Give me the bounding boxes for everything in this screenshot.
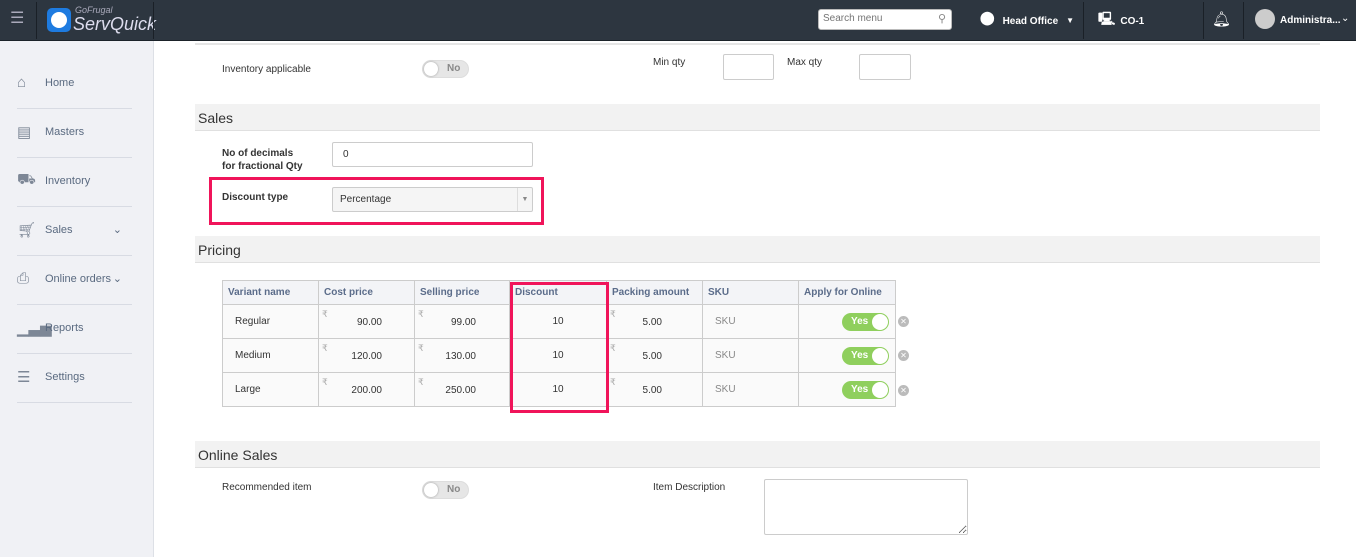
top-header: ☰ GoFrugal ServQuick ⚲ ⬤ Head Office ▼ 🖳… bbox=[0, 0, 1356, 41]
variant-name[interactable]: Medium bbox=[222, 338, 319, 373]
remove-row-icon[interactable]: ✕ bbox=[898, 385, 909, 396]
sidebar-item-settings[interactable]: ☰ Settings bbox=[17, 352, 132, 401]
sales-section-title: Sales bbox=[195, 104, 1320, 131]
remove-row-icon[interactable]: ✕ bbox=[898, 316, 909, 327]
sidebar-item-label: Settings bbox=[45, 370, 85, 383]
counter-selector[interactable]: 🖳 CO-1 bbox=[1098, 11, 1145, 32]
location-selector[interactable]: ⬤ Head Office ▼ bbox=[980, 10, 1075, 27]
col-packing: Packing amount bbox=[606, 280, 703, 305]
max-qty-label: Max qty bbox=[787, 57, 823, 68]
apply-online-cell: Yes bbox=[798, 338, 896, 373]
cart-icon: 🛒︎ bbox=[17, 221, 37, 239]
sidebar-item-reports[interactable]: ▁▃▅ Reports bbox=[17, 303, 132, 352]
min-qty-input[interactable] bbox=[723, 54, 774, 80]
brand-name: ServQuick bbox=[73, 14, 157, 34]
highlight-discount-column bbox=[510, 282, 609, 413]
cost-price[interactable]: ₹200.00 bbox=[318, 372, 415, 407]
selling-price[interactable]: ₹250.00 bbox=[414, 372, 510, 407]
item-description-input[interactable] bbox=[764, 479, 968, 535]
chevron-down-icon[interactable]: ⌄ bbox=[1341, 13, 1349, 24]
sidebar-item-label: Sales bbox=[45, 223, 73, 236]
packing-amount[interactable]: ₹5.00 bbox=[606, 304, 703, 339]
menu-icon[interactable]: ☰ bbox=[10, 11, 25, 27]
apply-online-toggle[interactable]: Yes bbox=[842, 346, 889, 365]
apply-online-cell: Yes bbox=[798, 304, 896, 339]
col-variant: Variant name bbox=[222, 280, 319, 305]
packing-amount[interactable]: ₹5.00 bbox=[606, 372, 703, 407]
search-icon[interactable]: ⚲ bbox=[938, 12, 946, 25]
sidebar-item-label: Inventory bbox=[45, 174, 91, 187]
decimals-label: No of decimals for fractional Qty bbox=[222, 148, 303, 172]
computer-icon: 🖳 bbox=[1098, 11, 1116, 26]
sidebar-item-label: Reports bbox=[45, 321, 84, 334]
col-cost: Cost price bbox=[318, 280, 415, 305]
chevron-down-icon: ⌄ bbox=[112, 224, 122, 236]
chevron-down-icon: ⌄ bbox=[112, 273, 122, 285]
user-name[interactable]: Administra... bbox=[1280, 15, 1341, 26]
sku-value[interactable]: SKU bbox=[702, 372, 799, 407]
sidebar-item-label: Online orders bbox=[45, 272, 112, 285]
search-menu[interactable]: ⚲ bbox=[818, 9, 952, 30]
selling-price[interactable]: ₹130.00 bbox=[414, 338, 510, 373]
location-name: Head Office bbox=[1002, 16, 1059, 27]
sku-value[interactable]: SKU bbox=[702, 338, 799, 373]
sidebar-item-online-orders[interactable]: ⎙ Online orders ⌄ bbox=[17, 254, 132, 303]
selling-price[interactable]: ₹99.00 bbox=[414, 304, 510, 339]
col-selling: Selling price bbox=[414, 280, 510, 305]
inventory-icon: ⛟ bbox=[17, 171, 36, 188]
apply-online-toggle[interactable]: Yes bbox=[842, 380, 889, 399]
pricing-section-title: Pricing bbox=[195, 236, 1320, 263]
brand-logo[interactable] bbox=[47, 8, 71, 32]
search-input[interactable] bbox=[823, 13, 928, 24]
variant-name[interactable]: Large bbox=[222, 372, 319, 407]
home-icon: ⌂ bbox=[17, 74, 27, 91]
caret-down-icon: ▼ bbox=[1066, 16, 1075, 25]
bell-icon[interactable]: 🔔︎ bbox=[1212, 10, 1231, 28]
apply-online-toggle[interactable]: Yes bbox=[842, 312, 889, 331]
settings-icon: ☰ bbox=[17, 368, 31, 386]
col-online: Apply for Online bbox=[798, 280, 896, 305]
recommended-toggle[interactable]: No bbox=[422, 481, 469, 499]
sidebar-item-home[interactable]: ⌂ Home bbox=[17, 58, 132, 107]
inventory-applicable-toggle[interactable]: No bbox=[422, 60, 469, 78]
remove-row-icon[interactable]: ✕ bbox=[898, 350, 909, 361]
max-qty-input[interactable] bbox=[859, 54, 911, 80]
sidebar-item-inventory[interactable]: ⛟ Inventory bbox=[17, 156, 132, 205]
packing-amount[interactable]: ₹5.00 bbox=[606, 338, 703, 373]
counter-name: CO-1 bbox=[1120, 16, 1145, 27]
sidebar: ⌂ Home ▤ Masters ⛟ Inventory 🛒︎ Sales ⌄ ⎙ Onli… bbox=[0, 41, 154, 557]
sidebar-item-sales[interactable]: 🛒︎ Sales ⌄ bbox=[17, 205, 132, 254]
sku-value[interactable]: SKU bbox=[702, 304, 799, 339]
masters-icon: ▤ bbox=[17, 123, 32, 141]
inventory-applicable-label: Inventory applicable bbox=[222, 64, 311, 75]
highlight-discount-type bbox=[209, 177, 544, 225]
sidebar-item-masters[interactable]: ▤ Masters bbox=[17, 107, 132, 156]
decimals-input[interactable]: 0 bbox=[332, 142, 533, 167]
recommended-label: Recommended item bbox=[222, 482, 312, 493]
variant-name[interactable]: Regular bbox=[222, 304, 319, 339]
cost-price[interactable]: ₹120.00 bbox=[318, 338, 415, 373]
reports-icon: ▁▃▅ bbox=[17, 319, 52, 337]
min-qty-label: Min qty bbox=[653, 57, 686, 68]
sidebar-item-label: Home bbox=[45, 76, 75, 89]
location-pin-icon: ⬤ bbox=[980, 10, 995, 25]
col-sku: SKU bbox=[702, 280, 799, 305]
cost-price[interactable]: ₹90.00 bbox=[318, 304, 415, 339]
avatar[interactable] bbox=[1255, 9, 1275, 29]
online-orders-icon: ⎙ bbox=[17, 270, 30, 287]
item-description-label: Item Description bbox=[653, 482, 726, 493]
sidebar-item-label: Masters bbox=[45, 125, 85, 138]
online-sales-section-title: Online Sales bbox=[195, 441, 1320, 468]
apply-online-cell: Yes bbox=[798, 372, 896, 407]
